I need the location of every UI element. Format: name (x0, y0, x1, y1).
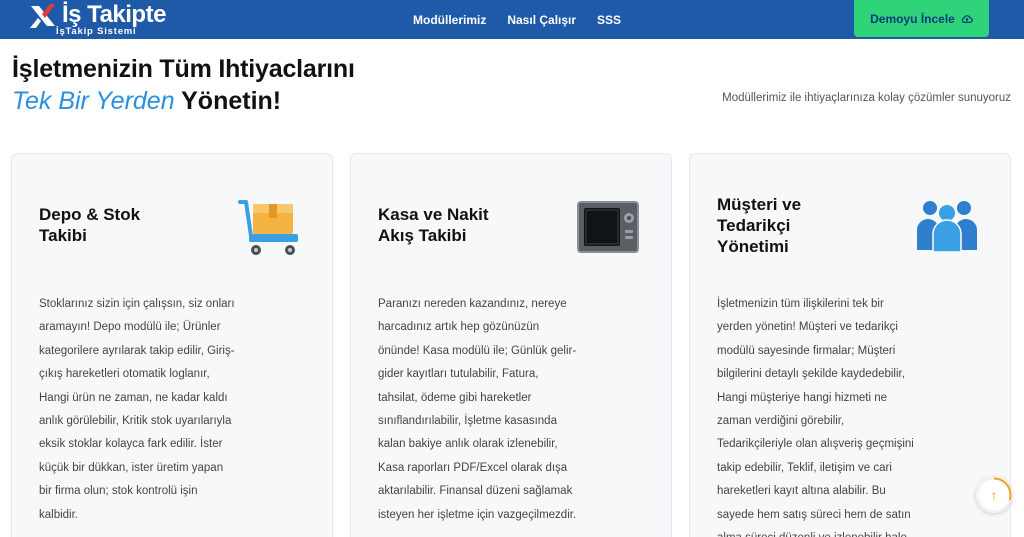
module-card-cash: Kasa ve Nakit Akış Takibi Paranızı nered… (350, 153, 672, 537)
hero-heading-accent: Tek Bir Yerden (12, 87, 175, 115)
card-title-line: Akış Takibi (378, 226, 467, 245)
scroll-to-top-button[interactable]: ↑ (976, 477, 1012, 513)
card-text-line: Hangi ürün ne zaman, ne kadar kaldı (39, 391, 228, 404)
logo-x-mark-icon (30, 4, 55, 28)
card-text-line: aramayın! Depo modülü ile; Ürünler (39, 321, 221, 334)
module-card-stock: Depo & Stok Takibi Stoklarınız sizin içi… (11, 153, 333, 537)
nav-links: Modüllerimiz Nasıl Çalışır SSS (413, 0, 621, 39)
card-text-line: isteyen her işletme için vazgeçilmezdir. (378, 508, 577, 521)
card-title: Müşteri ve Tedarikçi Yönetimi (717, 194, 847, 257)
people-group-icon (917, 201, 977, 253)
card-title-line: Müşteri ve (717, 195, 802, 214)
card-text-line: hareketleri kayıt altına alabilir. Bu (717, 485, 886, 498)
card-text-line: eksik stoklar kolayca fark edilir. İster (39, 438, 223, 451)
logo-subtitle: İşTakip Sistemi (56, 26, 137, 37)
arrow-up-icon: ↑ (990, 487, 998, 503)
card-text-line: tahsilat, ödeme gibi hareketler (378, 391, 532, 404)
card-text-line: küçük bir dükkan, ister üretim yapan (39, 461, 224, 474)
safe-icon (577, 201, 639, 253)
card-text-line: İşletmenizin tüm ilişkilerini tek bir (717, 298, 884, 310)
card-text-line: aktarılabilir. Finansal düzeni sağlamak (378, 485, 573, 498)
card-text-line: çıkış hareketleri otomatik loglanır, (39, 368, 210, 381)
nav-link-faq[interactable]: SSS (597, 13, 621, 27)
card-text-line: yerden yönetin! Müşteri ve tedarikçi (717, 321, 898, 334)
card-title-line: Yönetimi (717, 237, 789, 256)
card-title-line: Takibi (39, 226, 87, 245)
card-text-line: sınıflandırılabilir, İşletme kasasında (378, 415, 557, 428)
card-text-line: gider kayıtları tutulabilir, Fatura, (378, 368, 539, 381)
card-text-line: sayede hem satış süreci hem de satın (717, 508, 911, 521)
logo[interactable]: İş Takipte İşTakip Sistemi (28, 0, 188, 39)
nav-link-how-it-works[interactable]: Nasıl Çalışır (507, 13, 576, 27)
card-description: Stoklarınız sizin için çalışsın, siz onl… (39, 293, 249, 527)
card-text-line: önünde! Kasa modülü ile; Günlük gelir- (378, 344, 577, 357)
card-text-line: kalan bakiye anlık olarak izlenebilir, (378, 438, 558, 451)
demo-button[interactable]: Demoyu İncele (854, 0, 989, 37)
hero-subtitle: Modüllerimiz ile ihtiyaçlarınıza kolay ç… (722, 92, 1011, 104)
card-text-line: Tedarikçileriyle olan alışveriş geçmişin… (717, 438, 914, 451)
card-description: İşletmenizin tüm ilişkilerini tek bir ye… (717, 293, 927, 537)
card-text-line: Paranızı nereden kazandınız, nereye (378, 298, 567, 310)
card-text-line: anlık görülebilir, Kritik stok uyarıları… (39, 415, 232, 428)
card-text-line: harcadınız artık hep gözünüzün (378, 321, 540, 334)
top-navbar: İş Takipte İşTakip Sistemi Modüllerimiz … (0, 0, 1024, 39)
demo-button-label: Demoyu İncele (870, 11, 955, 26)
card-text-line: zaman verdiğini görebilir, (717, 415, 845, 428)
hero-heading-rest: Yönetin! (174, 87, 282, 115)
card-text-line: bir firma olun; stok kontrolü işin (39, 485, 198, 498)
card-text-line: Kasa raporları PDF/Excel olarak dışa (378, 461, 568, 474)
card-text-line: Hangi müşteriye hangi hizmeti ne (717, 391, 888, 404)
card-text-line: kalbidir. (39, 508, 78, 521)
card-title: Kasa ve Nakit Akış Takibi (378, 204, 508, 246)
card-text-line: bilgilerini detaylı şekilde kaydedebilir… (717, 368, 905, 381)
cart-box-icon (238, 200, 298, 255)
nav-link-modules[interactable]: Modüllerimiz (413, 13, 486, 27)
card-text-line: kategorilere ayrılarak takip edilir, Gir… (39, 344, 235, 357)
card-text-line: modülü sayesinde firmalar; Müşteri (717, 344, 896, 357)
cloud-icon (961, 14, 973, 23)
card-text-line: alma süreci düzenli ve izlenebilir hale (717, 527, 927, 537)
card-description: Paranızı nereden kazandınız, nereye harc… (378, 293, 588, 527)
hero-heading-line-1: İşletmenizin Tüm Ihtiyaclarını (12, 55, 355, 83)
card-title-line: Depo & Stok (39, 205, 141, 224)
card-title-line: Kasa ve Nakit (378, 205, 489, 224)
module-card-customers: Müşteri ve Tedarikçi Yönetimi İşletmeniz… (689, 153, 1011, 537)
card-title: Depo & Stok Takibi (39, 204, 169, 246)
card-text-line: Stoklarınız sizin için çalışsın, siz onl… (39, 298, 235, 310)
card-title-line: Tedarikçi (717, 216, 791, 235)
logo-text: İş Takipte (62, 1, 166, 28)
hero-heading-line-2: Tek Bir Yerden Yönetin! (12, 87, 281, 116)
card-text-line: takip edebilir, Teklif, iletişim ve cari (717, 461, 892, 474)
